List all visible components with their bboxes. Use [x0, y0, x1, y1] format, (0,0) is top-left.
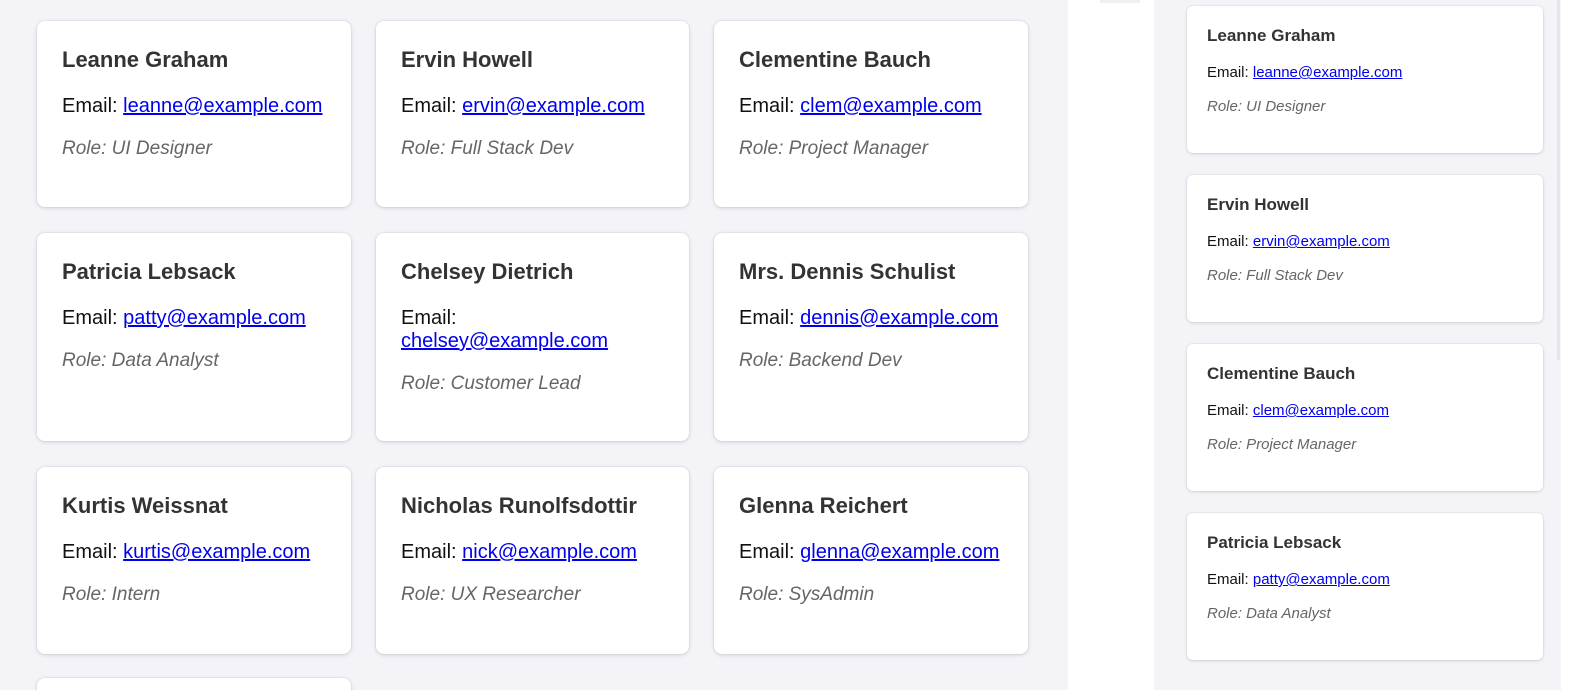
user-email: Email: dennis@example.com	[739, 307, 999, 329]
user-card: Clementine Bauch Email: clem@example.com…	[714, 21, 1028, 207]
user-card-list: Leanne Graham Email: leanne@example.com …	[1187, 6, 1543, 660]
list-user-card: Ervin Howell Email: ervin@example.com Ro…	[1187, 175, 1543, 322]
user-email-link[interactable]: clem@example.com	[1253, 402, 1389, 419]
user-email: Email: leanne@example.com	[1207, 64, 1403, 81]
user-email: Email: chelsey@example.com	[401, 307, 609, 352]
user-role: Role: Full Stack Dev	[1207, 267, 1343, 284]
user-email-link[interactable]: leanne@example.com	[123, 95, 322, 117]
user-role: Role: Backend Dev	[739, 350, 902, 371]
user-card: Chelsey Dietrich Email: chelsey@example.c…	[376, 233, 689, 441]
user-email-link[interactable]: clem@example.com	[800, 95, 981, 117]
user-name: Mrs. Dennis Schulist	[739, 259, 956, 284]
user-email: Email: patty@example.com	[62, 307, 306, 329]
scrollbar-thumb[interactable]	[1557, 0, 1560, 360]
user-card-partial	[37, 678, 351, 690]
user-name: Chelsey Dietrich	[401, 259, 574, 284]
header-fragment	[1100, 0, 1140, 3]
user-email-link[interactable]: kurtis@example.com	[123, 541, 310, 563]
user-card: Leanne Graham Email: leanne@example.com …	[37, 21, 351, 207]
user-card: Kurtis Weissnat Email: kurtis@example.co…	[37, 467, 351, 654]
user-name: Clementine Bauch	[1207, 364, 1356, 383]
user-email-link[interactable]: dennis@example.com	[800, 307, 998, 329]
list-user-card: Clementine Bauch Email: clem@example.com…	[1187, 344, 1543, 491]
user-card: Patricia Lebsack Email: patty@example.co…	[37, 233, 351, 441]
user-email-link[interactable]: leanne@example.com	[1253, 64, 1402, 81]
user-email: Email: ervin@example.com	[1207, 233, 1390, 250]
user-email: Email: ervin@example.com	[401, 95, 645, 117]
user-name: Glenna Reichert	[739, 493, 908, 518]
user-email-link[interactable]: nick@example.com	[462, 541, 637, 563]
user-role: Role: SysAdmin	[739, 584, 875, 605]
user-email: Email: kurtis@example.com	[62, 541, 311, 563]
user-email: Email: clem@example.com	[739, 95, 982, 117]
user-role: Role: Customer Lead	[401, 373, 581, 394]
user-email-link[interactable]: patty@example.com	[123, 307, 306, 329]
user-role: Role: UX Researcher	[401, 584, 581, 605]
user-email-link[interactable]: patty@example.com	[1253, 571, 1390, 588]
user-email: Email: clem@example.com	[1207, 402, 1389, 419]
user-role: Role: Project Manager	[739, 138, 929, 159]
list-user-card: Patricia Lebsack Email: patty@example.co…	[1187, 513, 1543, 660]
user-role: Role: Data Analyst	[62, 350, 219, 371]
user-role: Role: Intern	[62, 584, 161, 605]
user-email: Email: glenna@example.com	[739, 541, 1000, 563]
user-card: Ervin Howell Email: ervin@example.com Ro…	[376, 21, 689, 207]
user-name: Ervin Howell	[401, 47, 534, 72]
user-card: Glenna Reichert Email: glenna@example.co…	[714, 467, 1028, 654]
user-role: Role: Full Stack Dev	[401, 138, 574, 159]
user-email-link[interactable]: ervin@example.com	[462, 95, 645, 117]
list-user-card: Leanne Graham Email: leanne@example.com …	[1187, 6, 1543, 153]
user-role: Role: UI Designer	[1207, 98, 1326, 115]
user-email: Email: leanne@example.com	[62, 95, 323, 117]
user-role: Role: Data Analyst	[1207, 605, 1331, 622]
user-card: Mrs. Dennis Schulist Email: dennis@examp…	[714, 233, 1028, 441]
user-email-link[interactable]: chelsey@example.com	[401, 330, 608, 352]
user-name: Clementine Bauch	[739, 47, 931, 72]
user-name: Leanne Graham	[62, 47, 229, 72]
user-email: Email: nick@example.com	[401, 541, 637, 563]
user-name: Patricia Lebsack	[1207, 533, 1342, 552]
user-name: Ervin Howell	[1207, 195, 1310, 214]
user-name: Leanne Graham	[1207, 26, 1336, 45]
user-email: Email: patty@example.com	[1207, 571, 1390, 588]
user-email-link[interactable]: ervin@example.com	[1253, 233, 1390, 250]
user-card-grid: Leanne Graham Email: leanne@example.com …	[37, 21, 1028, 654]
grid-view-pane: Leanne Graham Email: leanne@example.com …	[0, 0, 1068, 690]
user-role: Role: UI Designer	[62, 138, 212, 159]
user-email-link[interactable]: glenna@example.com	[800, 541, 999, 563]
user-name: Nicholas Runolfsdottir	[401, 493, 637, 518]
user-role: Role: Project Manager	[1207, 436, 1357, 453]
user-card: Nicholas Runolfsdottir Email: nick@examp…	[376, 467, 689, 654]
user-name: Kurtis Weissnat	[62, 493, 228, 518]
user-name: Patricia Lebsack	[62, 259, 236, 284]
